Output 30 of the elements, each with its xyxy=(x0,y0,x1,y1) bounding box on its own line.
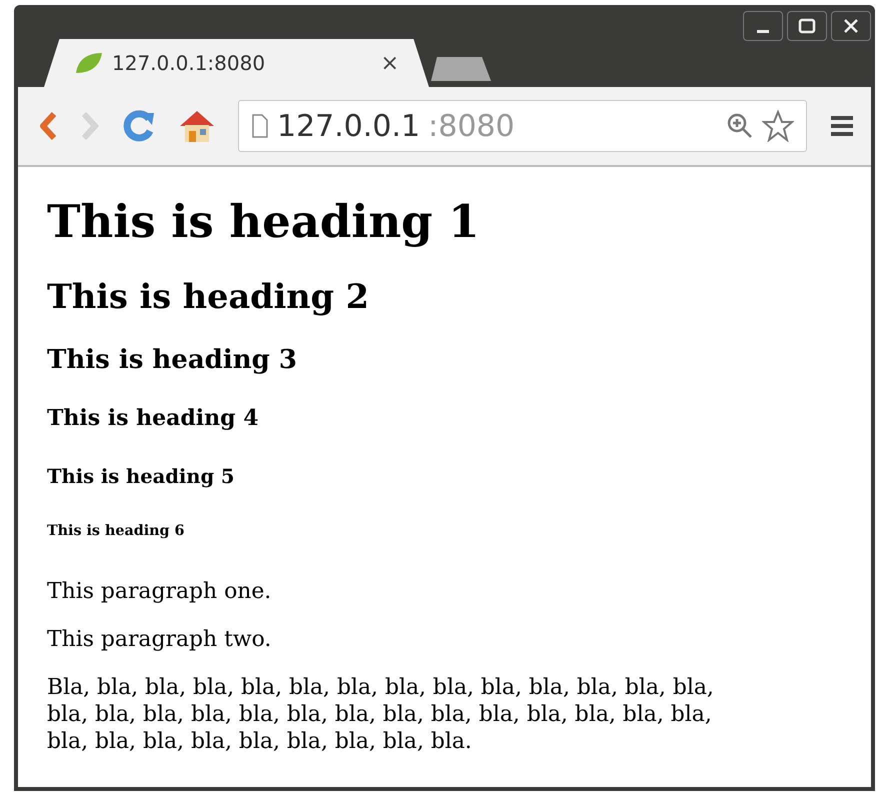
menu-icon[interactable] xyxy=(829,113,855,139)
minimize-icon xyxy=(757,30,769,32)
heading: This is heading 5 xyxy=(47,464,236,488)
paragraph: This paragraph one. xyxy=(47,578,272,606)
star-icon[interactable] xyxy=(762,110,794,142)
heading: This is heading 2 xyxy=(47,277,370,318)
leaf-icon xyxy=(74,51,104,75)
close-icon xyxy=(843,18,859,34)
browser-tab[interactable] xyxy=(431,57,491,81)
zoom-icon[interactable] xyxy=(726,112,754,140)
heading: This is heading 4 xyxy=(47,405,260,432)
address-host: 127.0.0.1 xyxy=(277,108,420,144)
paragraph: Bla, bla, bla, bla, bla, bla, bla, bla, bla, bla, bla, bla, bla, bla, bla, bla, bla, bla, bla, bla, bla, bla, bla, bla, bla, bla, bla, bla, bla, bla, bla, bla, bla, bla, bla, bla, bla. xyxy=(47,674,715,756)
address-bar[interactable]: 127.0.0.1 :8080 xyxy=(238,100,807,152)
minimize-button[interactable] xyxy=(743,11,783,41)
paragraph: This paragraph two. xyxy=(47,626,272,654)
address-port: :8080 xyxy=(428,108,516,144)
tab-title: 127.0.0.1:8080 xyxy=(112,51,266,75)
home-icon[interactable] xyxy=(178,109,216,143)
close-tab-icon[interactable]: × xyxy=(380,50,399,76)
heading: This is heading 1 xyxy=(47,195,481,249)
page-icon xyxy=(251,114,269,138)
reload-icon[interactable] xyxy=(122,109,156,143)
maximize-button[interactable] xyxy=(787,11,827,41)
browser-tab[interactable]: 127.0.0.1:8080 × xyxy=(44,39,429,87)
maximize-icon xyxy=(798,18,816,34)
heading: This is heading 3 xyxy=(47,345,298,376)
heading: This is heading 6 xyxy=(47,523,186,540)
close-button[interactable] xyxy=(831,11,871,41)
back-icon[interactable] xyxy=(38,111,58,141)
